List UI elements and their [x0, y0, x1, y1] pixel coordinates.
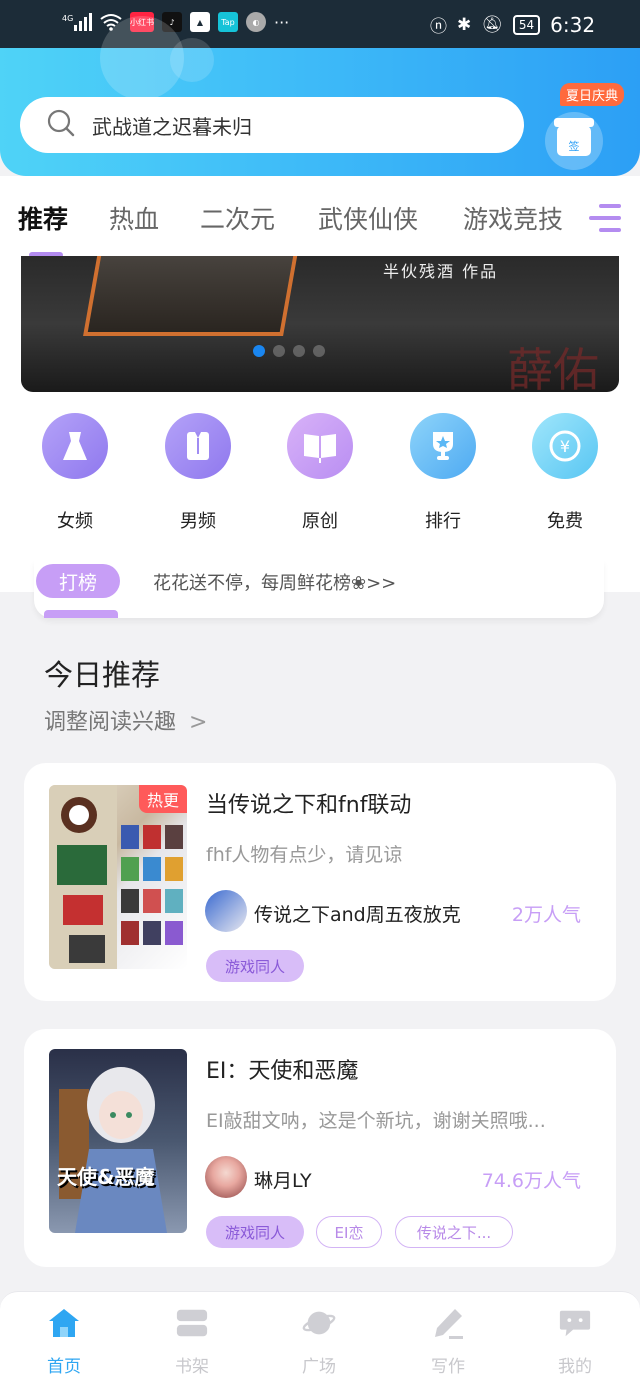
category-free[interactable]: ¥ 免费	[530, 413, 600, 533]
trophy-icon	[410, 413, 476, 479]
author-name[interactable]: 琳月LY	[254, 1166, 312, 1193]
category-label: 女频	[57, 511, 93, 532]
book-card[interactable]: 热更 当传说之下和fnf联动 fhf人物有点少，请见谅 传说之下and周五夜放克…	[24, 763, 616, 1001]
more-notifications-icon: ···	[274, 12, 290, 32]
carousel-dots	[253, 345, 325, 357]
nav-home[interactable]: 首页	[24, 1306, 104, 1377]
author-avatar[interactable]	[205, 1156, 247, 1198]
notice-tag-next	[44, 610, 118, 618]
book-tag[interactable]: 游戏同人	[206, 1216, 304, 1248]
book-tag[interactable]: EI恋	[316, 1216, 382, 1248]
coin-icon: ¥	[532, 413, 598, 479]
tab-menu-icon[interactable]	[589, 204, 621, 232]
search-placeholder: 武战道之迟暮未归	[92, 114, 252, 139]
category-label: 免费	[547, 511, 583, 532]
hot-update-badge: 热更	[138, 785, 187, 813]
book-icon	[287, 413, 353, 479]
adjust-interest-link[interactable]: 调整阅读兴趣 >	[44, 704, 207, 736]
banner-decor-text: 薛佑	[507, 343, 599, 392]
book-description: fhf人物有点少，请见谅	[206, 844, 403, 866]
svg-text:¥: ¥	[560, 437, 570, 456]
cover-title: 天使&恶魔	[57, 1165, 155, 1189]
tab-gaming[interactable]: 游戏竞技	[463, 200, 563, 236]
banner-caption: 半伙残酒 作品	[383, 262, 499, 281]
banner-illustration	[83, 256, 299, 336]
popularity-count: 2万人气	[511, 904, 581, 926]
browser-icon: ◐	[246, 12, 266, 32]
carousel-dot[interactable]	[273, 345, 285, 357]
tab-recommend[interactable]: 推荐	[18, 200, 68, 236]
decor-bubble	[170, 38, 214, 82]
nav-label: 我的	[558, 1357, 592, 1377]
notice-bar[interactable]: 打榜 花花送不停，每周鲜花榜❀>>	[34, 560, 604, 618]
clock: 6:32	[550, 12, 596, 37]
tab-anime[interactable]: 二次元	[200, 200, 275, 236]
search-icon	[46, 108, 76, 142]
chevron-right-icon: >	[189, 710, 208, 735]
event-badge[interactable]: 夏日庆典	[560, 83, 625, 106]
status-bar-right: ⓝ ✱ 🔕︎ 54 6:32	[430, 12, 596, 38]
category-male[interactable]: 男频	[163, 413, 233, 533]
carousel-dot[interactable]	[253, 345, 265, 357]
shirt-icon	[165, 413, 231, 479]
book-title: EI：天使和恶魔	[206, 1059, 359, 1084]
book-card[interactable]: 天使&恶魔 EI：天使和恶魔 EI敲甜文呐，这是个新坑，谢谢关照哦... 琳月L…	[24, 1029, 616, 1267]
nfc-icon: ⓝ	[430, 17, 447, 37]
gift-icon: 签	[554, 118, 594, 156]
network-type: 4G	[62, 14, 73, 23]
adjust-interest-label: 调整阅读兴趣	[44, 710, 177, 735]
bookshelf-icon	[175, 1306, 209, 1340]
status-bar: 4G 小红书 ♪ ▲ Tap ◐ ··· ⓝ ✱ 🔕︎ 54 6:32	[0, 0, 640, 48]
book-tag[interactable]: 游戏同人	[206, 950, 304, 982]
dress-icon	[42, 413, 108, 479]
nav-label: 写作	[431, 1357, 465, 1377]
nav-label: 广场	[302, 1357, 336, 1377]
section-title: 今日推荐	[44, 658, 161, 692]
category-tabs: 推荐 热血 二次元 武侠仙侠 游戏竞技	[0, 176, 640, 256]
chat-icon	[558, 1306, 592, 1340]
nav-plaza[interactable]: 广场	[279, 1306, 359, 1377]
bluetooth-icon: ✱	[457, 14, 472, 35]
planet-icon	[302, 1306, 336, 1340]
book-title: 当传说之下和fnf联动	[206, 793, 412, 818]
book-description: EI敲甜文呐，这是个新坑，谢谢关照哦...	[206, 1110, 546, 1132]
banner-carousel[interactable]: 半伙残酒 作品 薛佑	[21, 256, 619, 392]
tab-wuxia[interactable]: 武侠仙侠	[318, 200, 418, 236]
category-label: 排行	[425, 511, 461, 532]
tap-icon: Tap	[218, 12, 238, 32]
nav-mine[interactable]: 我的	[535, 1306, 615, 1377]
author-avatar[interactable]	[205, 890, 247, 932]
gallery-icon: ▲	[190, 12, 210, 32]
book-tag[interactable]: 传说之下...	[395, 1216, 513, 1248]
nav-label: 书架	[175, 1357, 209, 1377]
status-bar-left: 4G 小红书 ♪ ▲ Tap ◐ ···	[62, 12, 289, 32]
book-cover: 热更	[49, 785, 187, 969]
tab-hot-blood[interactable]: 热血	[109, 200, 159, 236]
carousel-dot[interactable]	[293, 345, 305, 357]
notice-tag: 打榜	[36, 564, 120, 598]
bottom-nav: 首页 书架 广场 写作 我的	[0, 1291, 640, 1387]
mute-icon: 🔕︎	[481, 14, 503, 35]
author-name[interactable]: 传说之下and周五夜放克	[254, 900, 461, 927]
notice-text: 花花送不停，每周鲜花榜❀>>	[153, 573, 397, 594]
category-ranking[interactable]: 排行	[408, 413, 478, 533]
battery-icon: 54	[512, 14, 541, 35]
nav-bookshelf[interactable]: 书架	[152, 1306, 232, 1377]
book-cover: 天使&恶魔	[49, 1049, 187, 1233]
signal-icon: 4G	[62, 12, 92, 32]
home-icon	[47, 1306, 81, 1340]
category-label: 男频	[180, 511, 216, 532]
category-female[interactable]: 女频	[40, 413, 110, 533]
category-original[interactable]: 原创	[285, 413, 355, 533]
search-bar[interactable]: 武战道之迟暮未归	[20, 97, 524, 153]
header: 4G 小红书 ♪ ▲ Tap ◐ ··· ⓝ ✱ 🔕︎ 54 6:32 武战道之…	[0, 0, 640, 176]
nav-label: 首页	[47, 1357, 81, 1377]
nav-write[interactable]: 写作	[408, 1306, 488, 1377]
pen-icon	[431, 1306, 465, 1340]
carousel-dot[interactable]	[313, 345, 325, 357]
popularity-count: 74.6万人气	[481, 1170, 581, 1192]
checkin-label: 签	[568, 140, 580, 153]
category-label: 原创	[302, 511, 338, 532]
checkin-button[interactable]: 签	[545, 112, 603, 170]
